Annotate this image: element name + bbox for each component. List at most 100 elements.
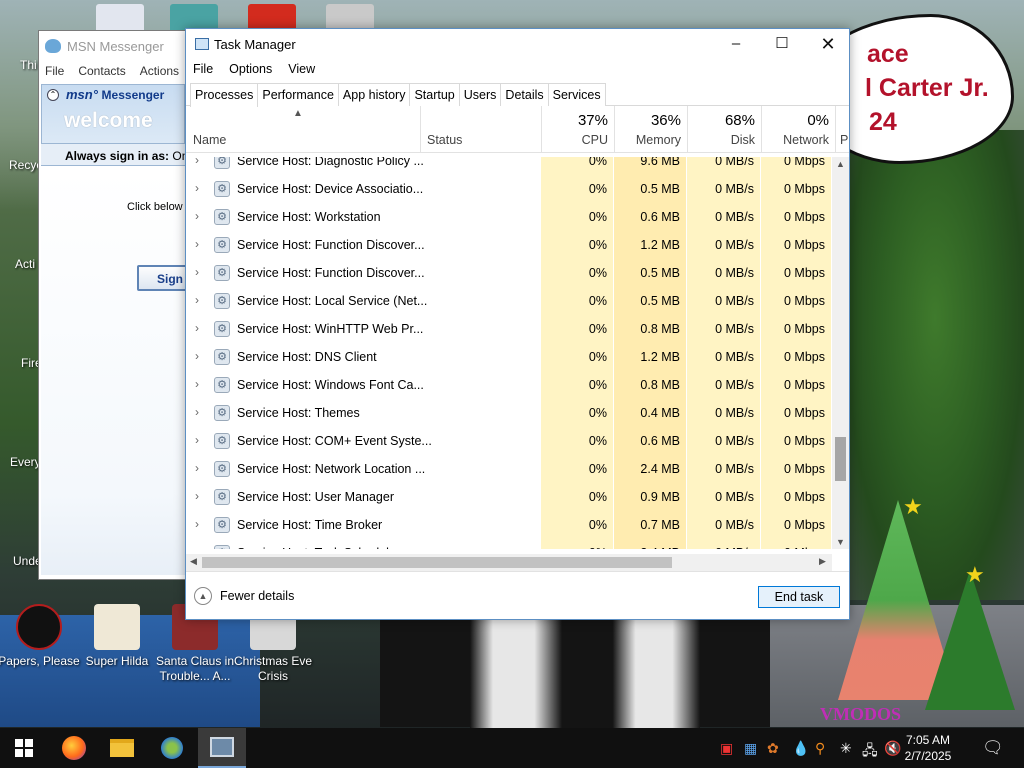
- table-row[interactable]: › ⚙ Service Host: Function Discover... 0% 1.…: [186, 231, 831, 259]
- notification-center-icon[interactable]: 🗨: [982, 738, 1004, 758]
- table-row[interactable]: › ⚙ Service Host: Function Discover... 0% 0.…: [186, 259, 831, 287]
- table-row[interactable]: › ⚙ Service Host: DNS Client 0% 1.2 MB 0 MB/s…: [186, 343, 831, 371]
- close-button[interactable]: ✕: [805, 29, 851, 59]
- column-header-memory[interactable]: 36% Memory: [614, 106, 687, 153]
- table-row[interactable]: ›⚙Service Host: Task Scheduler0%3.4 MB0 …: [186, 539, 831, 549]
- expand-chevron-icon[interactable]: ›: [195, 377, 199, 391]
- expand-chevron-icon[interactable]: ›: [195, 157, 199, 167]
- column-header-cpu[interactable]: 37% CPU: [541, 106, 614, 153]
- memory-total: 36%: [650, 112, 681, 129]
- msn-title-bar[interactable]: MSN Messenger: [39, 31, 187, 61]
- expand-chevron-icon[interactable]: ›: [195, 265, 199, 279]
- column-header-status[interactable]: Status: [420, 106, 541, 153]
- msn-messenger-window[interactable]: MSN Messenger File Contacts Actions ⌃ ms…: [38, 30, 197, 580]
- task-manager-title-bar[interactable]: Task Manager – ☐ ✕: [186, 29, 849, 59]
- super-hilda-icon: [94, 604, 140, 650]
- table-row[interactable]: › ⚙ Service Host: Time Broker 0% 0.7 MB 0 MB/…: [186, 511, 831, 539]
- scroll-up-icon[interactable]: ▲: [832, 159, 849, 169]
- taskbar-msn-messenger[interactable]: [148, 728, 196, 768]
- table-row[interactable]: › ⚙ Service Host: WinHTTP Web Pr... 0% 0.8 M…: [186, 315, 831, 343]
- minimize-button[interactable]: –: [713, 29, 759, 59]
- tab-performance[interactable]: Performance: [257, 83, 339, 106]
- collapse-icon[interactable]: ⌃: [47, 89, 59, 101]
- expand-chevron-icon[interactable]: ›: [195, 517, 199, 531]
- expand-chevron-icon[interactable]: ›: [195, 293, 199, 307]
- table-row[interactable]: › ⚙ Service Host: Diagnostic Policy ... 0% 9…: [186, 157, 831, 175]
- expand-chevron-icon[interactable]: ›: [195, 349, 199, 363]
- expand-chevron-icon[interactable]: ›: [195, 461, 199, 475]
- tab-processes[interactable]: Processes: [190, 83, 259, 107]
- tray-dropbox-icon[interactable]: 💧: [792, 740, 809, 757]
- taskbar-firefox[interactable]: [50, 728, 98, 768]
- task-manager-window[interactable]: Task Manager – ☐ ✕ File Options View Pro…: [185, 28, 850, 620]
- column-header-network[interactable]: 0% Network: [761, 106, 835, 153]
- tray-msn-icon[interactable]: ✿: [767, 740, 779, 757]
- table-row[interactable]: › ⚙ Service Host: Device Associatio... 0% 0.…: [186, 175, 831, 203]
- menu-file[interactable]: File: [193, 62, 213, 79]
- msn-menu-actions[interactable]: Actions: [140, 64, 179, 81]
- desktop-icon-label[interactable]: Thi: [20, 58, 37, 72]
- expand-chevron-icon[interactable]: ›: [195, 405, 199, 419]
- desktop-icon-label: Super Hilda: [85, 654, 149, 668]
- vertical-scroll-thumb[interactable]: [835, 437, 846, 481]
- chevron-up-icon: ▲: [194, 587, 212, 605]
- expand-chevron-icon[interactable]: ›: [195, 237, 199, 251]
- process-network: 0 Mbps: [761, 455, 831, 483]
- menu-options[interactable]: Options: [229, 62, 272, 79]
- tray-antivirus-icon[interactable]: ▣: [720, 740, 733, 757]
- expand-chevron-icon[interactable]: ›: [195, 545, 199, 549]
- expand-chevron-icon[interactable]: ›: [195, 209, 199, 223]
- tab-startup[interactable]: Startup: [409, 83, 460, 106]
- table-row[interactable]: › ⚙ Service Host: Local Service (Net... 0% 0…: [186, 287, 831, 315]
- table-row[interactable]: › ⚙ Service Host: Windows Font Ca... 0% 0.8 …: [186, 371, 831, 399]
- end-task-button[interactable]: End task: [758, 586, 840, 608]
- horizontal-scroll-thumb[interactable]: [202, 557, 672, 568]
- desktop-icon-label[interactable]: Acti: [15, 257, 35, 271]
- expand-chevron-icon[interactable]: ›: [195, 181, 199, 195]
- taskbar-file-explorer[interactable]: [98, 728, 146, 768]
- tab-users[interactable]: Users: [458, 83, 502, 106]
- column-header-disk[interactable]: 68% Disk: [687, 106, 761, 153]
- tab-details[interactable]: Details: [500, 83, 549, 106]
- scroll-right-icon[interactable]: ▶: [819, 556, 826, 567]
- scroll-left-icon[interactable]: ◀: [190, 556, 197, 567]
- vertical-scrollbar[interactable]: ▲ ▼: [832, 157, 849, 549]
- expand-chevron-icon[interactable]: ›: [195, 321, 199, 335]
- expand-chevron-icon[interactable]: ›: [195, 433, 199, 447]
- sort-up-icon: ▲: [293, 108, 303, 119]
- desktop-icon-super-hilda[interactable]: Super Hilda: [72, 604, 162, 669]
- maximize-button[interactable]: ☐: [759, 29, 805, 59]
- start-button[interactable]: [0, 728, 48, 768]
- table-row[interactable]: › ⚙ Service Host: Workstation 0% 0.6 MB 0 MB/…: [186, 203, 831, 231]
- menu-view[interactable]: View: [288, 62, 315, 79]
- tray-search-icon[interactable]: ⚲: [815, 740, 825, 757]
- msn-always-sign-in: Always sign in as: On: [41, 144, 185, 166]
- tray-display-icon[interactable]: ▦: [744, 740, 757, 757]
- scroll-down-icon[interactable]: ▼: [832, 537, 849, 547]
- tab-services[interactable]: Services: [547, 83, 606, 106]
- column-header-power[interactable]: P: [835, 106, 849, 153]
- taskbar-task-manager[interactable]: [198, 728, 246, 768]
- process-name: Service Host: Time Broker: [237, 518, 383, 532]
- process-cpu: 0%: [541, 175, 613, 203]
- table-row[interactable]: › ⚙ Service Host: Themes 0% 0.4 MB 0 MB/s 0 Mb…: [186, 399, 831, 427]
- table-row[interactable]: › ⚙ Service Host: User Manager 0% 0.9 MB 0 MB…: [186, 483, 831, 511]
- horizontal-scrollbar[interactable]: ◀ ▶: [186, 554, 832, 571]
- msn-menu-file[interactable]: File: [45, 64, 64, 81]
- taskbar-clock[interactable]: 7:05 AM 2/7/2025: [898, 732, 958, 764]
- fewer-details-label: Fewer details: [220, 589, 295, 603]
- process-memory: 0.5 MB: [614, 259, 686, 287]
- tray-star-icon[interactable]: ✳: [840, 740, 852, 757]
- msn-menu-contacts[interactable]: Contacts: [78, 64, 125, 81]
- service-host-icon: ⚙: [214, 181, 230, 197]
- expand-chevron-icon[interactable]: ›: [195, 489, 199, 503]
- table-row[interactable]: › ⚙ Service Host: Network Location ... 0% 2.…: [186, 455, 831, 483]
- desktop-icon-label[interactable]: Every: [10, 455, 41, 469]
- disk-total: 68%: [724, 112, 755, 129]
- fewer-details-button[interactable]: ▲ Fewer details: [194, 587, 294, 605]
- tab-app-history[interactable]: App history: [337, 83, 411, 106]
- network-icon[interactable]: 🖧: [862, 740, 878, 764]
- table-row[interactable]: › ⚙ Service Host: COM+ Event Syste... 0% 0.6…: [186, 427, 831, 455]
- column-header-name[interactable]: Name: [193, 133, 226, 147]
- always-sign-in-value[interactable]: On: [172, 149, 185, 163]
